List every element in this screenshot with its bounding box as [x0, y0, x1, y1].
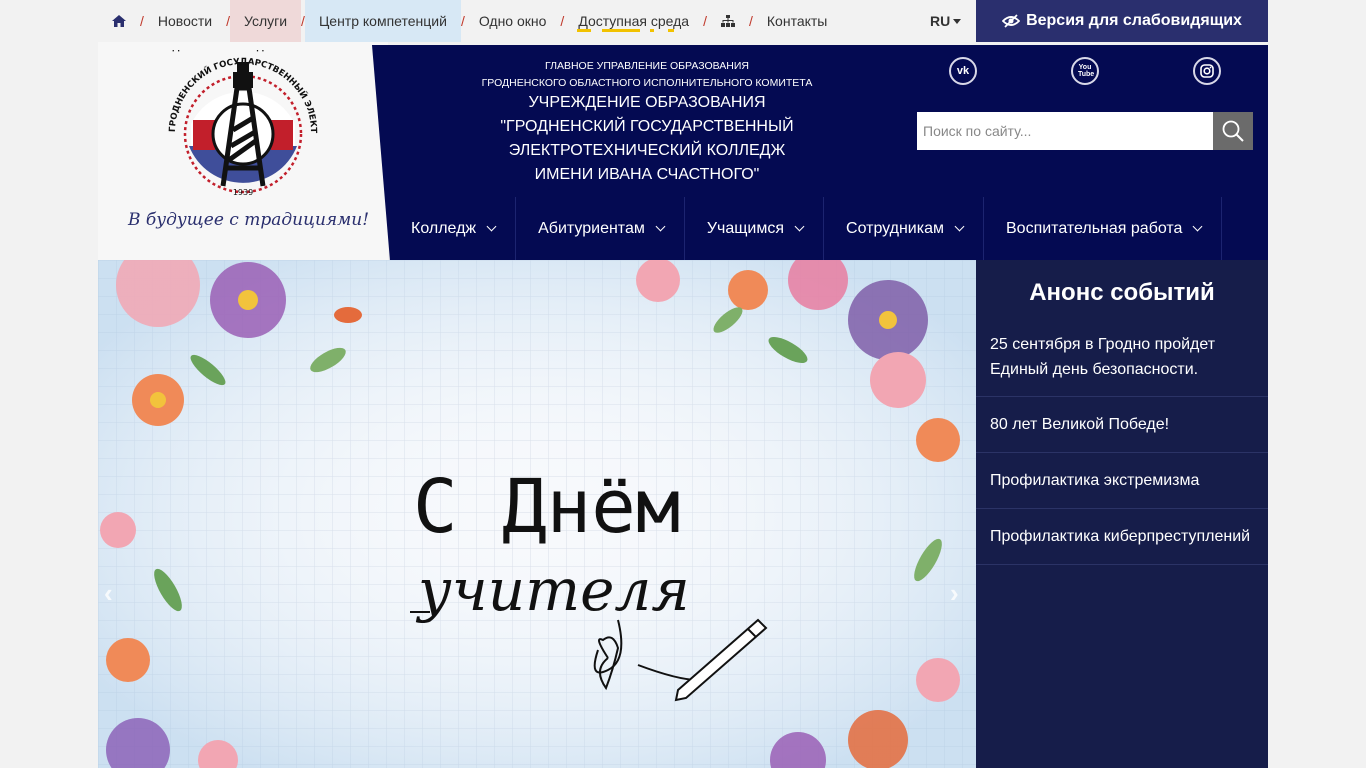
event-item[interactable]: 80 лет Великой Победе!: [976, 397, 1268, 453]
carousel-next-button[interactable]: ›: [950, 578, 959, 609]
chevron-down-icon: [794, 221, 805, 232]
nav-college[interactable]: Колледж: [389, 197, 517, 260]
nav-staff[interactable]: Сотрудникам: [824, 197, 984, 260]
top-menu-sitemap[interactable]: [707, 0, 749, 42]
social-links: vk You Tube: [921, 57, 1241, 85]
sitemap-icon: [721, 15, 735, 27]
top-menu-one-window[interactable]: Одно окно: [465, 0, 561, 42]
college-slogan: В будущее с традициями!: [128, 210, 370, 230]
search-button[interactable]: [1213, 112, 1253, 150]
chevron-down-icon: [486, 221, 497, 232]
language-label: RU: [930, 13, 951, 29]
nav-college-label: Колледж: [411, 219, 477, 237]
caret-down-icon: [953, 18, 962, 24]
low-vision-version-button[interactable]: Версия для слабовидящих: [976, 0, 1268, 42]
event-item[interactable]: Профилактика киберпреступлений: [976, 509, 1268, 565]
top-menu-home[interactable]: [98, 0, 140, 42]
banner-image: С Днём учителя: [98, 260, 976, 768]
org-parent-line-1: ГЛАВНОЕ УПРАВЛЕНИЕ ОБРАЗОВАНИЯ: [544, 60, 750, 72]
main-navigation: Колледж Абитуриентам Учащимся Сотрудника…: [389, 197, 1223, 260]
youtube-icon: You Tube: [1078, 64, 1095, 78]
logo-year: 1939: [233, 188, 253, 197]
org-name-line-3: ЭЛЕКТРОТЕХНИЧЕСКИЙ КОЛЛЕДЖ: [508, 142, 786, 159]
org-name-line-1: УЧРЕЖДЕНИЕ ОБРАЗОВАНИЯ: [528, 94, 766, 111]
low-vision-label: Версия для слабовидящих: [1026, 12, 1242, 29]
search-input[interactable]: [917, 112, 1213, 150]
vk-link[interactable]: vk: [949, 57, 977, 85]
youtube-link[interactable]: You Tube: [1071, 57, 1099, 85]
top-menu-contacts[interactable]: Контакты: [753, 0, 841, 42]
college-logo[interactable]: ГРОДНЕНСКИЙ ГОСУДАРСТВЕННЫЙ ЭЛЕКТРОТЕХНИ…: [153, 50, 333, 210]
nav-educational-work-label: Воспитательная работа: [1006, 219, 1183, 237]
accessibility-underline: [602, 29, 641, 32]
carousel-prev-button[interactable]: ‹: [104, 578, 113, 609]
chevron-down-icon: [1193, 221, 1203, 232]
instagram-icon: [1200, 64, 1214, 78]
accessibility-underline: [668, 29, 675, 32]
top-menu-competence-center[interactable]: Центр компетенций: [304, 0, 461, 42]
nav-applicants[interactable]: Абитуриентам: [516, 197, 685, 260]
home-icon: [112, 15, 126, 27]
event-item[interactable]: 25 сентября в Гродно пройдет Единый день…: [976, 324, 1268, 397]
event-item[interactable]: Профилактика экстремизма: [976, 453, 1268, 509]
top-menu-services[interactable]: Услуги: [229, 0, 302, 42]
nav-applicants-label: Абитуриентам: [538, 219, 645, 237]
language-selector[interactable]: RU: [930, 0, 962, 42]
org-parent-line-2: ГРОДНЕНСКОГО ОБЛАСТНОГО ИСПОЛНИТЕЛЬНОГО …: [481, 77, 813, 89]
top-menu-accessible-label: Доступная среда: [578, 13, 690, 29]
top-menu-accessible-environment[interactable]: Доступная среда: [564, 0, 703, 42]
carousel-banner: С Днём учителя ‹ ›: [98, 260, 976, 768]
site-search: [917, 112, 1253, 150]
eye-slash-icon: [1002, 14, 1021, 28]
nav-students[interactable]: Учащимся: [685, 197, 825, 260]
org-name-line-4: ИМЕНИ ИВАНА СЧАСТНОГО": [534, 166, 760, 183]
nav-students-label: Учащимся: [706, 219, 785, 237]
logo-ring-text: ГРОДНЕНСКИЙ ГОСУДАРСТВЕННЫЙ ЭЛЕКТРОТЕХНИ…: [153, 50, 333, 53]
nav-educational-work[interactable]: Воспитательная работа: [984, 197, 1223, 260]
top-menu-news[interactable]: Новости: [144, 0, 226, 42]
banner-title-line-2: учителя: [415, 556, 690, 624]
events-title: Анонс событий: [1029, 279, 1215, 306]
instagram-link[interactable]: [1193, 57, 1221, 85]
chevron-down-icon: [954, 221, 965, 232]
nav-staff-label: Сотрудникам: [846, 219, 944, 237]
events-panel: Анонс событий 25 сентября в Гродно пройд…: [976, 260, 1268, 768]
org-name-line-2: "ГРОДНЕНСКИЙ ГОСУДАРСТВЕННЫЙ: [500, 118, 794, 135]
search-icon: [1222, 120, 1244, 142]
banner-title-line-1: С Днём: [413, 464, 680, 550]
accessibility-underline: [650, 29, 655, 32]
top-menu-bar: / Новости / Услуги / Центр компетенций /…: [98, 0, 976, 42]
vk-icon: vk: [956, 65, 970, 77]
accessibility-underline: [577, 29, 592, 32]
chevron-down-icon: [655, 221, 666, 232]
